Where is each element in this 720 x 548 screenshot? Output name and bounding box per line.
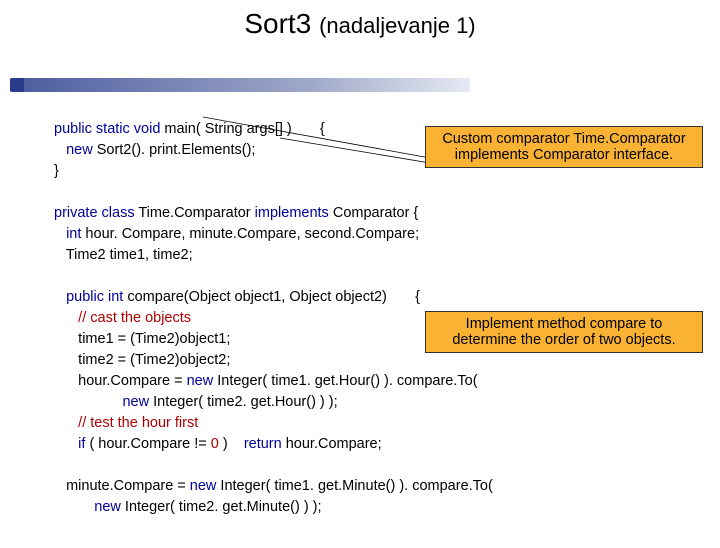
callout-comparator: Custom comparator Time.Comparator implem… [425,126,703,168]
title-main: Sort3 [244,8,311,39]
kw: implements [255,205,329,221]
kw: new [190,478,217,494]
kw: new [54,394,149,410]
kw: new [54,499,121,515]
code-text: time2 = (Time2)object2; [54,352,230,368]
blank [54,184,58,200]
kw: new [54,142,93,158]
code-text: hour. Compare, minute.Compare, second.Co… [81,226,419,242]
code-text: Integer( time1. get.Hour() ). compare.To… [213,373,477,389]
kw: return [244,436,282,452]
code-text: Comparator { [329,205,418,221]
code-text: Sort2(). print.Elements(); [93,142,256,158]
code-text: ( hour.Compare != [85,436,210,452]
kw: public int [54,289,123,305]
code-text: ) [219,436,244,452]
blank [54,268,58,284]
code-text: Integer( time2. get.Hour() ) ); [149,394,338,410]
kw: private class [54,205,135,221]
kw: public static void [54,121,160,137]
code-text: Integer( time1. get.Minute() ). compare.… [216,478,492,494]
code-text: hour.Compare = [54,373,187,389]
comment: // test the hour first [54,415,198,431]
code-text: main( String args[] ) { [160,121,324,137]
kw: if [54,436,85,452]
code-text: Time2 time1, time2; [54,247,193,263]
callout-compare-method: Implement method compare to determine th… [425,311,703,353]
code-text: Integer( time2. get.Minute() ) ); [121,499,322,515]
code-text: compare(Object object1, Object object2) … [123,289,420,305]
kw: new [187,373,214,389]
code-text: Time.Comparator [135,205,255,221]
code-text: minute.Compare = [54,478,190,494]
comment: // cast the objects [54,310,191,326]
decorative-bar [10,78,470,92]
literal: 0 [211,436,219,452]
blank [54,457,58,473]
title-sub: (nadaljevanje 1) [319,13,476,38]
kw: int [54,226,81,242]
code-text: } [54,163,59,179]
code-text: time1 = (Time2)object1; [54,331,230,347]
code-text: hour.Compare; [282,436,382,452]
slide-title: Sort3 (nadaljevanje 1) [0,8,720,40]
